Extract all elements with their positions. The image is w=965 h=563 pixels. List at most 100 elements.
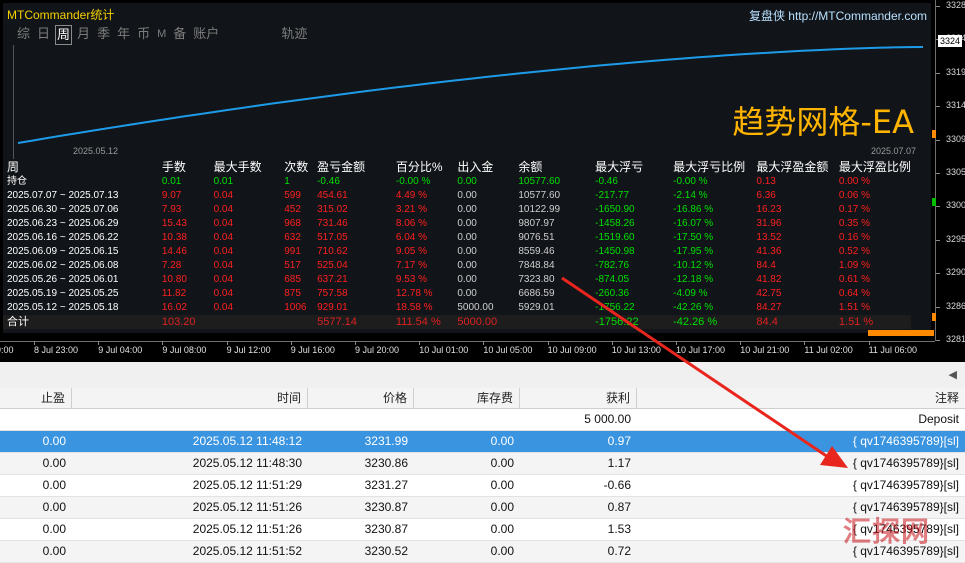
stats-cell: 7.93: [161, 204, 182, 215]
price-tick-label: 3286: [935, 300, 965, 311]
stats-col-header: 最大浮盈比例: [838, 160, 911, 174]
col-header-comment[interactable]: 注释: [637, 388, 965, 408]
stats-cell: 637.21: [317, 274, 348, 285]
time-axis[interactable]: 9:00 8 Jul 23:00 9 Jul 04:00 9 Jul 08:00 9 J…: [0, 341, 935, 362]
stats-cell: 710.62: [317, 246, 348, 257]
stats-cell: 1.09 %: [838, 260, 871, 271]
time-cell: 2025.05.12 11:48:12: [192, 434, 302, 448]
stats-cell: -2.14 %: [673, 190, 708, 201]
stats-cell: -217.77: [595, 190, 630, 201]
stats-cell: 517: [284, 260, 301, 271]
period-tab[interactable]: M: [157, 25, 166, 45]
col-header-tp[interactable]: 止盈: [0, 388, 72, 408]
price-cell: 3230.52: [364, 544, 408, 558]
period-tab[interactable]: 综: [17, 25, 30, 45]
stats-cell: 10577.60: [518, 190, 561, 201]
price-tick-label: 3305: [935, 167, 965, 177]
period-tab[interactable]: 月: [77, 25, 90, 45]
tp-cell: 0.00: [42, 434, 66, 448]
col-header-price[interactable]: 价格: [308, 388, 414, 408]
trade-row[interactable]: 0.00 2025.05.12 11:48:12 3231.99 0.00 0.97 { …: [0, 431, 965, 453]
col-header-profit[interactable]: 获利: [520, 388, 637, 408]
price-cell: 3231.27: [364, 478, 408, 492]
profit-cell: 1.17: [607, 456, 631, 470]
comment-cell: { qv1746395789}[sl]: [852, 434, 959, 448]
stats-cell: 8559.46: [518, 246, 555, 257]
period-tab[interactable]: 账户: [193, 25, 219, 45]
time-tick-label: 11 Jul 02:00: [804, 341, 853, 355]
period-tab[interactable]: 年: [117, 25, 130, 45]
stats-cell: 0.04: [213, 274, 234, 285]
stats-cell: [209, 315, 281, 329]
stats-cell: [514, 315, 592, 329]
col-header-swap[interactable]: 库存费: [414, 388, 520, 408]
stats-cell: 41.36: [756, 246, 782, 257]
panel-separator: ◀: [0, 362, 965, 389]
deposit-row[interactable]: 5 000.00 Deposit: [0, 409, 965, 431]
stats-cell: 84.27: [756, 302, 782, 313]
stats-week-row: 2025.06.02 ~ 2025.06.08 7.28 0.04 517 525.04…: [3, 259, 911, 273]
time-cell: 2025.05.12 11:51:52: [192, 544, 302, 558]
stats-cell: 15.43: [161, 218, 187, 229]
stats-week-row: 2025.06.09 ~ 2025.06.15 14.46 0.04 991 710.6…: [3, 245, 911, 259]
period-tab[interactable]: 币: [137, 25, 150, 45]
stats-cell: 0.00: [457, 288, 477, 299]
period-tab[interactable]: 备: [173, 25, 186, 45]
scroll-left-icon[interactable]: ◀: [949, 368, 957, 381]
col-header-time[interactable]: 时间: [72, 388, 308, 408]
stats-cell: 0.17 %: [838, 204, 871, 215]
stats-week-row: 2025.06.30 ~ 2025.07.06 7.93 0.04 452 315.02…: [3, 203, 911, 217]
stats-cell: 0.00: [457, 232, 477, 243]
stats-cell: 0.04: [213, 288, 234, 299]
stats-cell: 0.13: [756, 176, 776, 187]
stats-cell: 0.00: [457, 176, 477, 187]
swap-cell: 0.00: [490, 522, 514, 536]
price-chart[interactable]: 3328 3324 3319 3314 3309 3305 3300 3295 3290 3286…: [0, 0, 965, 362]
stats-cell: 0.61 %: [838, 274, 871, 285]
stats-cell: 0.04: [213, 302, 234, 313]
stats-cell: 84.4: [756, 260, 776, 271]
profit-cell: 0.97: [607, 434, 631, 448]
swap-cell: 0.00: [490, 456, 514, 470]
period-tab[interactable]: 日: [37, 25, 50, 45]
trade-row[interactable]: 0.00 2025.05.12 11:51:26 3230.87 0.00 0.87{ …: [0, 497, 965, 519]
time-tick-label: 9 Jul 08:00: [162, 341, 207, 355]
stats-cell: 2025.06.16 ~ 2025.06.22: [7, 232, 119, 243]
price-tick-label: 3314: [935, 100, 965, 111]
time-tick-label: 10 Jul 01:00: [419, 341, 469, 355]
stats-col-header: 出入金: [457, 160, 494, 174]
stats-cell: -1458.26: [595, 218, 635, 229]
stats-cell: 2025.05.19 ~ 2025.05.25: [7, 288, 119, 299]
stats-col-header: 最大浮盈金额: [756, 160, 829, 174]
stats-cell: 16.23: [756, 204, 782, 215]
stats-col-header: 最大浮亏比例: [673, 160, 746, 174]
stats-cell: -4.09 %: [673, 288, 708, 299]
trade-row[interactable]: 0.00 2025.05.12 11:51:52 3230.52 0.00 0.72{ …: [0, 541, 965, 563]
swap-cell: 0.00: [490, 434, 514, 448]
stats-cell: -0.46: [317, 176, 340, 187]
trade-row[interactable]: 0.00 2025.05.12 11:51:29 3231.27 0.00 -0.66 {…: [0, 475, 965, 497]
period-tab[interactable]: 周: [55, 25, 73, 45]
stats-week-row: 2025.06.16 ~ 2025.06.22 10.38 0.04 632 517.0…: [3, 231, 911, 245]
comment-cell: { qv1746395789}[sl]: [852, 456, 959, 470]
stats-cell: 0.04: [213, 232, 234, 243]
price-axis[interactable]: 3328 3324 3319 3314 3309 3305 3300 3295 3290 3286…: [935, 0, 965, 344]
stats-cell: 0.00 %: [838, 176, 871, 187]
stats-cell: -12.18 %: [673, 274, 714, 285]
trade-row[interactable]: 0.00 2025.05.12 11:48:30 3230.86 0.00 1.17 { …: [0, 453, 965, 475]
time-tick-label: 10 Jul 13:00: [611, 341, 661, 355]
period-tab[interactable]: 轨迹: [281, 25, 307, 45]
curve-end-date: 2025.07.07: [871, 146, 917, 156]
stats-cell: [280, 315, 314, 329]
stats-cell: 31.96: [756, 218, 782, 229]
panel-site-link[interactable]: 复盘侠 http://MTCommander.com: [749, 7, 927, 24]
stats-cell: 7.17 %: [395, 260, 428, 271]
stats-cell: 9.07: [161, 190, 182, 201]
time-tick-label: 10 Jul 17:00: [676, 341, 726, 355]
stats-cell: 9.05 %: [395, 246, 428, 257]
trade-row[interactable]: 0.00 2025.05.12 11:51:26 3230.87 0.00 1.53{ …: [0, 519, 965, 541]
stats-cell: 8.06 %: [395, 218, 428, 229]
period-tab[interactable]: 季: [97, 25, 110, 45]
stats-cell: 517.05: [317, 232, 348, 243]
time-tick-label: 9 Jul 20:00: [355, 341, 400, 355]
